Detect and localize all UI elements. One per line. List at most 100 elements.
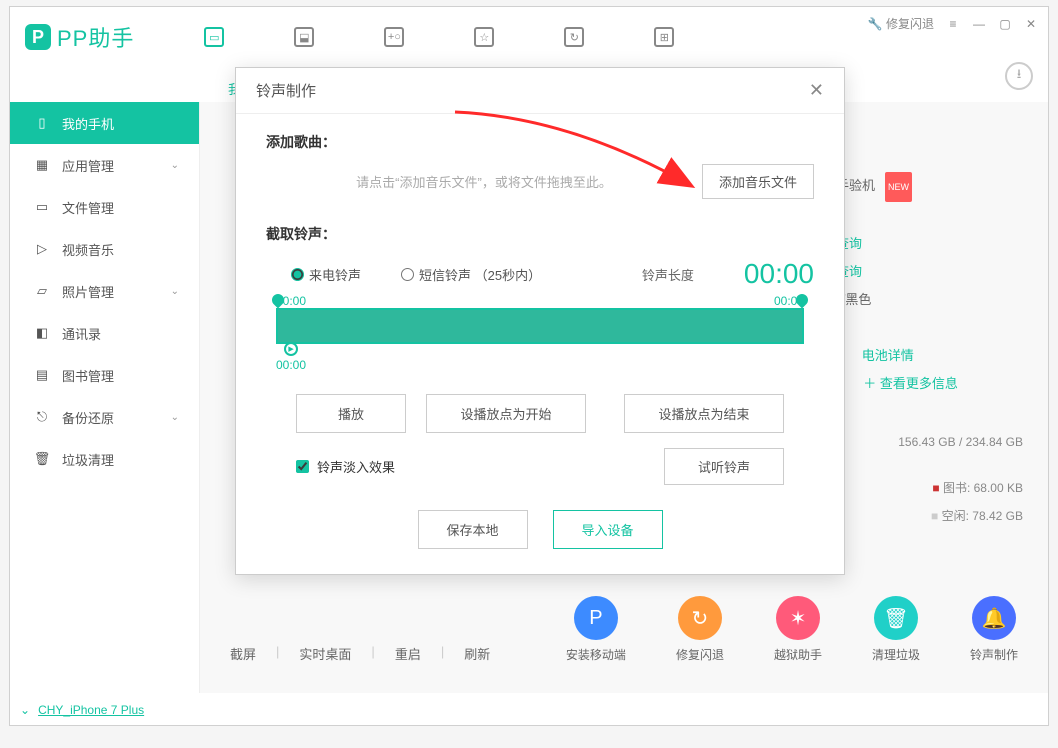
sidebar-item-photos[interactable]: ▱照片管理⌄ (10, 270, 199, 312)
radio-call-label: 来电铃声 (309, 265, 361, 284)
realtime-link[interactable]: 实时桌面 (299, 644, 351, 663)
chevron-down-icon: ⌄ (171, 286, 179, 297)
import-device-button[interactable]: 导入设备 (553, 510, 663, 549)
topnav-star[interactable]: ☆ (474, 27, 494, 47)
sidebar-item-files[interactable]: ▭ 文件管理 (10, 186, 199, 228)
modal-footer: 保存本地 导入设备 (236, 510, 844, 549)
sidebar-label: 文件管理 (62, 198, 114, 217)
screenshot-link[interactable]: 截屏 (230, 644, 256, 663)
storage-total: 234.84 GB (966, 435, 1023, 449)
topnav-add[interactable]: +○ (384, 27, 404, 47)
sidebar-item-books[interactable]: ▤图书管理 (10, 354, 199, 396)
play-button[interactable]: 播放 (296, 394, 406, 433)
new-badge: NEW (885, 172, 912, 202)
add-song-row: 请点击“添加音乐文件”，或将文件拖拽至此。 添加音乐文件 (266, 164, 814, 199)
app-name: PP助手 (57, 21, 134, 53)
battery-detail-link[interactable]: 电池详情 (862, 342, 914, 370)
close-icon[interactable]: ✕ (1024, 17, 1038, 31)
fade-row: 铃声淡入效果 试听铃声 (296, 448, 784, 485)
bottom-device-bar[interactable]: ⌄ CHY_iPhone 7 Plus (20, 703, 144, 717)
chevron-down-icon: ⌄ (20, 703, 30, 717)
radio-sms[interactable]: 短信铃声 （25秒内） (401, 265, 541, 284)
waveform[interactable]: 00:00 00:00 ▶ 00:00 (276, 308, 804, 344)
topnav-sync[interactable]: ↻ (564, 27, 584, 47)
quick-icon-铃声制作[interactable]: 🔔铃声制作 (970, 596, 1018, 663)
quick-icon-修复闪退[interactable]: ↻修复闪退 (676, 596, 724, 663)
logo-icon: P (25, 24, 51, 50)
quick-icon-越狱助手[interactable]: ✶越狱助手 (774, 596, 822, 663)
control-buttons: 播放 设播放点为开始 设播放点为结束 (296, 394, 784, 433)
storage-used: 156.43 GB (898, 435, 955, 449)
star-icon: ☆ (474, 27, 494, 47)
topnav-device[interactable]: ▭ (204, 27, 224, 47)
radio-call-input[interactable] (291, 268, 304, 281)
sidebar-label: 应用管理 (62, 156, 114, 175)
top-nav: ▭ ⬓ +○ ☆ ↻ ⊞ (204, 27, 674, 47)
ringtone-type-row: 来电铃声 短信铃声 （25秒内） 铃声长度 00:00 (291, 258, 814, 290)
playhead[interactable]: ▶ 00:00 (276, 342, 306, 372)
topnav-store[interactable]: ⬓ (294, 27, 314, 47)
quick-icon-label: 修复闪退 (676, 646, 724, 663)
quick-icon-label: 清理垃圾 (872, 646, 920, 663)
reboot-link[interactable]: 重启 (395, 644, 421, 663)
quick-icon-清理垃圾[interactable]: 🗑 清理垃圾 (872, 596, 920, 663)
sidebar-label: 备份还原 (62, 408, 114, 427)
sidebar-item-myphone[interactable]: ▯我的手机 (10, 102, 199, 144)
wave-track[interactable] (276, 308, 804, 344)
playhead-time: 00:00 (276, 358, 306, 372)
radio-call[interactable]: 来电铃声 (291, 265, 361, 284)
try-ringtone-button[interactable]: 试听铃声 (664, 448, 784, 485)
topnav-tools[interactable]: ⊞ (654, 27, 674, 47)
plus-icon: +○ (384, 27, 404, 47)
modal-title: 铃声制作 (256, 80, 316, 101)
storage-free: 空闲: 78.42 GB (942, 509, 1023, 523)
sidebar-item-backup[interactable]: ⎋备份还原⌄ (10, 396, 199, 438)
length-value: 00:00 (744, 258, 814, 290)
app-window: P PP助手 ▭ ⬓ +○ ☆ ↻ ⊞ 🔧 修复闪退 ≡ — ▢ ✕ ⭳ 我 ▯… (9, 6, 1049, 726)
sidebar-item-apps[interactable]: ▦ 应用管理 ⌄ (10, 144, 199, 186)
menu-icon[interactable]: ≡ (946, 17, 960, 31)
chevron-down-icon: ⌄ (171, 160, 179, 171)
backup-icon: ⎋ (34, 409, 50, 425)
app-logo: P PP助手 (25, 21, 134, 53)
quick-icon-glyph: 🗑 (874, 596, 918, 640)
trash-icon: 🗑 (34, 451, 50, 467)
sidebar-label: 视频音乐 (62, 240, 114, 259)
fade-checkbox[interactable] (296, 460, 309, 473)
sidebar-label: 图书管理 (62, 366, 114, 385)
add-song-label: 添加歌曲： (266, 132, 814, 152)
sidebar-item-contacts[interactable]: ◧通讯录 (10, 312, 199, 354)
set-end-button[interactable]: 设播放点为结束 (624, 394, 784, 433)
more-label: 查看更多信息 (880, 376, 958, 391)
save-local-button[interactable]: 保存本地 (418, 510, 528, 549)
quick-icons-row: P安装移动端 ↻修复闪退 ✶越狱助手 🗑 清理垃圾 🔔铃声制作 (566, 596, 1018, 663)
download-icon[interactable]: ⭳ (1005, 62, 1033, 90)
sync-icon: ↻ (564, 27, 584, 47)
maximize-icon[interactable]: ▢ (998, 17, 1012, 31)
set-start-button[interactable]: 设播放点为开始 (426, 394, 586, 433)
device-icon: ▭ (204, 27, 224, 47)
modal-header: 铃声制作 ✕ (236, 68, 844, 114)
radio-sms-input[interactable] (401, 268, 414, 281)
add-music-button[interactable]: 添加音乐文件 (702, 164, 814, 199)
sidebar: ▯我的手机 ▦应用管理⌄ ▭文件管理 ▷视频音乐 ▱照片管理⌄ ◧通讯录 ▤图书… (10, 102, 200, 693)
device-name: CHY_iPhone 7 Plus (38, 703, 144, 717)
more-info-link[interactable]: ＋ 查看更多信息 (863, 370, 958, 398)
refresh-link[interactable]: 刷新 (464, 644, 490, 663)
quick-icon-label: 安装移动端 (566, 646, 626, 663)
contact-icon: ◧ (34, 325, 50, 341)
sidebar-label: 垃圾清理 (62, 450, 114, 469)
sidebar-item-clean[interactable]: 🗑 垃圾清理 (10, 438, 199, 480)
modal-close-icon[interactable]: ✕ (809, 80, 824, 101)
sidebar-item-media[interactable]: ▷视频音乐 (10, 228, 199, 270)
minimize-icon[interactable]: — (972, 17, 986, 31)
length-label: 铃声长度 (642, 265, 694, 284)
apps-icon: ▦ (34, 157, 50, 173)
storage-book: 图书: 68.00 KB (943, 481, 1023, 495)
quick-icon-label: 铃声制作 (970, 646, 1018, 663)
quick-icon-安装移动端[interactable]: P安装移动端 (566, 596, 626, 663)
sidebar-label: 照片管理 (62, 282, 114, 301)
folder-icon: ▭ (34, 199, 50, 215)
radio-sms-label: 短信铃声 （25秒内） (419, 265, 541, 284)
fix-crash-link[interactable]: 🔧 修复闪退 (868, 15, 934, 32)
